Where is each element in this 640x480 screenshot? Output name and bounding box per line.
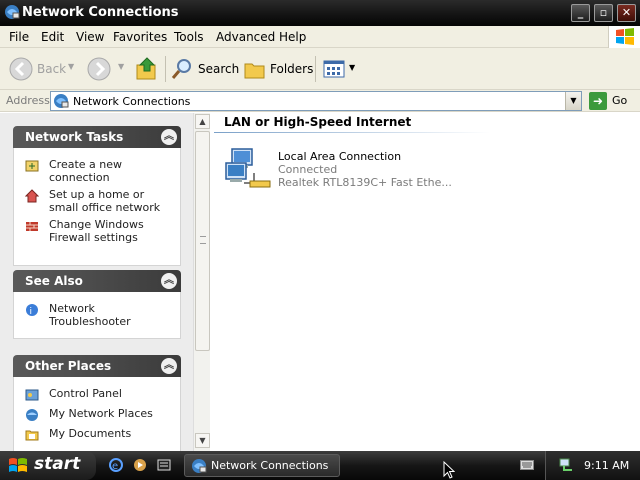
other-places-panel: Other Places ︽ Control Panel My Network … [13, 355, 181, 451]
menu-edit[interactable]: Edit [41, 30, 64, 44]
views-dropdown-icon: ▼ [349, 63, 356, 72]
back-dropdown-icon: ▼ [68, 62, 75, 71]
task-pane-scrollbar[interactable]: ▲ ▼ [193, 113, 210, 451]
address-input[interactable]: Network Connections ▼ [50, 91, 582, 111]
menu-file[interactable]: File [9, 30, 29, 44]
back-button[interactable]: Back ▼ [6, 56, 74, 82]
menu-help[interactable]: Help [279, 30, 306, 44]
forward-button[interactable]: ▼ [86, 56, 126, 82]
views-icon [323, 60, 345, 78]
other-places-header[interactable]: Other Places ︽ [13, 355, 181, 377]
internet-explorer-icon[interactable]: e [108, 457, 124, 473]
lan-connection-icon [225, 148, 271, 188]
network-places-icon [26, 409, 38, 421]
scroll-down-arrow-icon[interactable]: ▼ [195, 433, 210, 448]
connection-device: Realtek RTL8139C+ Fast Ethe... [278, 176, 452, 189]
menu-bar: File Edit View Favorites Tools Advanced … [0, 26, 640, 48]
new-connection-icon [25, 160, 39, 172]
address-value: Network Connections [73, 95, 191, 108]
collapse-chevron-icon[interactable]: ︽ [161, 129, 177, 145]
address-label: Address [6, 94, 50, 107]
menu-favorites[interactable]: Favorites [113, 30, 167, 44]
toolbar: Back ▼ ▼ Search Folders ▼ [0, 48, 640, 90]
window-title: Network Connections [22, 5, 179, 20]
show-desktop-icon[interactable] [156, 457, 172, 473]
back-arrow-icon [9, 57, 33, 81]
folders-icon [244, 63, 265, 79]
network-connections-icon [54, 94, 69, 108]
scrollbar-thumb[interactable] [195, 131, 210, 351]
title-bar: Network Connections _ ▫ ✕ [0, 0, 640, 26]
see-also-header[interactable]: See Also ︽ [13, 270, 181, 292]
up-button[interactable] [135, 56, 161, 82]
scrollbar-grip [200, 236, 206, 244]
system-tray: 9:11 AM [545, 451, 640, 480]
folders-button[interactable]: Folders [243, 56, 313, 82]
network-tasks-panel: Network Tasks ︽ Create a new connection … [13, 126, 181, 266]
address-bar: Address Network Connections ▼ ➜ Go [0, 90, 640, 112]
toolbar-separator [315, 56, 316, 82]
collapse-chevron-icon[interactable]: ︽ [161, 358, 177, 374]
search-button[interactable]: Search [170, 56, 239, 82]
keyboard-icon[interactable] [520, 460, 534, 470]
start-button[interactable]: start [0, 451, 96, 480]
taskbar-network-connections-button[interactable]: Network Connections [184, 454, 340, 477]
windows-flag-icon [9, 458, 27, 472]
svg-text:i: i [30, 307, 33, 317]
firewall-icon [26, 222, 38, 231]
network-tray-icon[interactable] [558, 457, 574, 473]
minimize-button[interactable]: _ [571, 4, 590, 22]
network-tasks-header[interactable]: Network Tasks ︽ [13, 126, 181, 148]
task-pane: Network Tasks ︽ Create a new connection … [0, 113, 193, 451]
go-arrow-icon: ➜ [589, 92, 607, 110]
close-button[interactable]: ✕ [617, 4, 636, 22]
network-connections-icon [192, 459, 207, 473]
toolbar-separator [165, 56, 166, 82]
menu-view[interactable]: View [76, 30, 104, 44]
search-magnifier-icon [171, 59, 191, 79]
forward-arrow-icon [87, 57, 111, 81]
forward-dropdown-icon: ▼ [118, 62, 125, 71]
views-button[interactable]: ▼ [322, 56, 358, 82]
see-also-panel: See Also ︽ i Network Troubleshooter [13, 270, 181, 339]
file-view: LAN or High-Speed Internet Local Area Co… [210, 113, 640, 451]
menu-advanced[interactable]: Advanced [216, 30, 275, 44]
connection-name: Local Area Connection [278, 150, 402, 163]
my-documents-icon [25, 430, 39, 441]
scroll-up-arrow-icon[interactable]: ▲ [195, 114, 210, 129]
collapse-chevron-icon[interactable]: ︽ [161, 273, 177, 289]
taskbar: start e Network Connections 9:11 AM [0, 451, 640, 480]
group-divider [214, 132, 490, 133]
menu-tools[interactable]: Tools [174, 30, 204, 44]
home-network-icon [25, 189, 39, 203]
windows-logo-icon [608, 26, 640, 48]
maximize-button[interactable]: ▫ [594, 4, 613, 22]
media-player-icon[interactable] [132, 457, 148, 473]
group-header: LAN or High-Speed Internet [224, 115, 412, 129]
connection-status: Connected [278, 163, 338, 176]
address-dropdown-button[interactable]: ▼ [565, 92, 581, 110]
network-connections-icon [5, 5, 20, 19]
local-area-connection-item[interactable]: Local Area Connection Connected Realtek … [224, 143, 464, 197]
mouse-cursor-icon [443, 461, 455, 479]
svg-text:e: e [112, 461, 118, 472]
up-folder-icon [136, 57, 156, 80]
help-icon: i [26, 304, 38, 317]
clock: 9:11 AM [584, 459, 630, 472]
go-button[interactable]: ➜ Go [587, 91, 637, 111]
control-panel-icon [25, 389, 39, 401]
